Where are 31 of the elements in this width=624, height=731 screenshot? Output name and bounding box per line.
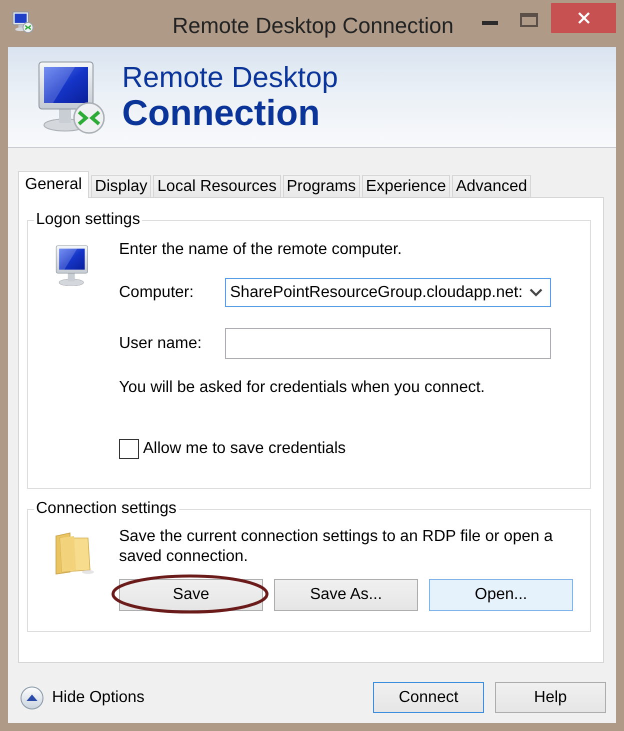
window-title: Remote Desktop Connection — [172, 13, 454, 39]
toggle-link[interactable]: Hide Options — [52, 688, 144, 708]
tab[interactable]: Display — [90, 175, 152, 197]
close-icon — [578, 12, 590, 24]
tab[interactable]: Local Resources — [153, 175, 281, 197]
banner-title: Connection — [122, 94, 320, 132]
description-text: Save the current connection settings to an RDP file or open a saved connection. — [119, 527, 554, 567]
chevron-icon — [528, 288, 543, 297]
checkbox[interactable] — [119, 439, 139, 459]
tab[interactable]: General — [18, 171, 89, 198]
checkbox-label[interactable]: Allow me to save credentials — [143, 439, 346, 459]
file-button[interactable]: Save As... — [274, 579, 418, 611]
tab[interactable]: Experience — [362, 175, 450, 197]
field-label: Computer: — [119, 282, 195, 302]
maximize-icon[interactable] — [520, 13, 538, 27]
tab[interactable]: Programs — [282, 175, 360, 197]
file-button[interactable]: Save — [119, 579, 263, 611]
group-title: Logon settings — [35, 210, 142, 230]
banner-title: Remote Desktop — [122, 62, 338, 94]
prompt-text: Enter the name of the remote computer. — [119, 240, 402, 260]
file-button[interactable]: Open... — [429, 579, 573, 611]
field-label: User name: — [119, 334, 203, 354]
dialog-button[interactable]: Help — [495, 682, 606, 713]
monitor-icon — [12, 10, 34, 34]
group-title: Connection settings — [35, 499, 178, 519]
tab[interactable]: Advanced — [452, 175, 532, 197]
info-text: You will be asked for credentials when you connect. — [119, 378, 485, 398]
text-field[interactable] — [225, 328, 551, 359]
combo-box[interactable]: SharePointResourceGroup.cloudapp.net: — [225, 278, 551, 307]
close-button[interactable] — [551, 3, 616, 33]
dialog-button[interactable]: Connect — [373, 682, 484, 713]
